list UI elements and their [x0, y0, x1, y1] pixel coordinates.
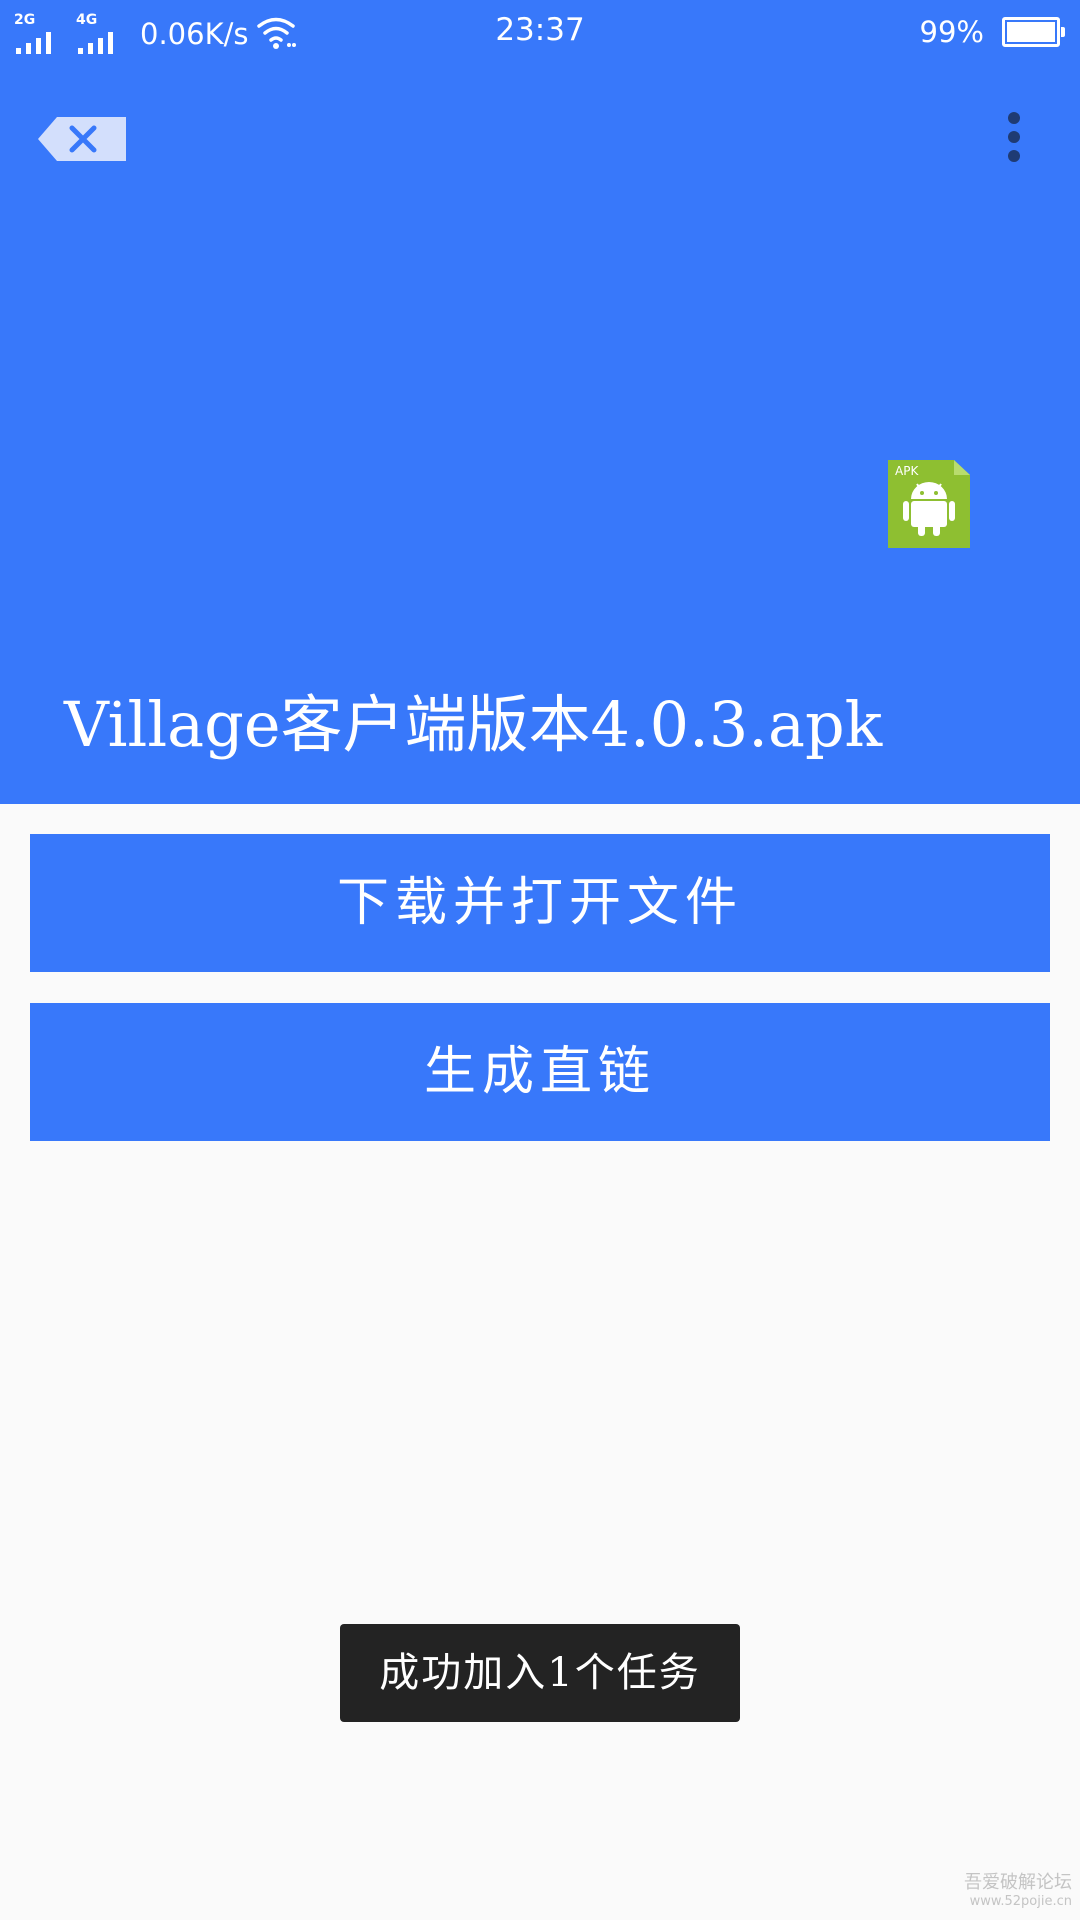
- toast-message: 成功加入1个任务: [340, 1624, 740, 1722]
- more-menu-button[interactable]: [996, 110, 1032, 166]
- status-left: 2G 4G 0.06K/s: [14, 10, 297, 54]
- battery-fill: [1007, 22, 1055, 42]
- battery-tip: [1061, 27, 1065, 37]
- file-name-title: Village客户端版本4.0.3.apk: [64, 688, 883, 761]
- network-speed: 0.06K/s: [140, 17, 249, 51]
- generate-direct-link-button[interactable]: 生成直链: [30, 1003, 1050, 1141]
- watermark-title: 吾爱破解论坛: [964, 1872, 1072, 1893]
- battery-icon: [1002, 17, 1065, 47]
- battery-percent: 99%: [919, 15, 984, 49]
- clock: 23:37: [495, 12, 585, 48]
- watermark-url: www.52pojie.cn: [969, 1894, 1072, 1909]
- wifi-icon: [257, 17, 297, 49]
- status-bar: 2G 4G 0.06K/s 23:37 99%: [0, 0, 1080, 62]
- download-open-button[interactable]: 下载并打开文件: [30, 834, 1050, 972]
- back-button[interactable]: [38, 114, 130, 164]
- backspace-close-icon: [38, 117, 126, 161]
- signal-4g: 4G: [76, 12, 128, 54]
- network-type-2g: 2G: [14, 12, 36, 28]
- signal-bars-icon: [16, 32, 51, 54]
- status-right: 99%: [919, 12, 1065, 52]
- apk-label: APK: [895, 464, 919, 478]
- signal-bars-icon: [78, 32, 113, 54]
- watermark: 吾爱破解论坛 www.52pojie.cn: [964, 1872, 1072, 1910]
- signal-2g: 2G: [14, 12, 66, 54]
- more-vertical-icon: [1008, 112, 1020, 162]
- apk-file-icon: APK: [888, 460, 970, 548]
- header: 2G 4G 0.06K/s 23:37 99% APK Village客户端版本…: [0, 0, 1080, 804]
- network-type-4g: 4G: [76, 12, 98, 28]
